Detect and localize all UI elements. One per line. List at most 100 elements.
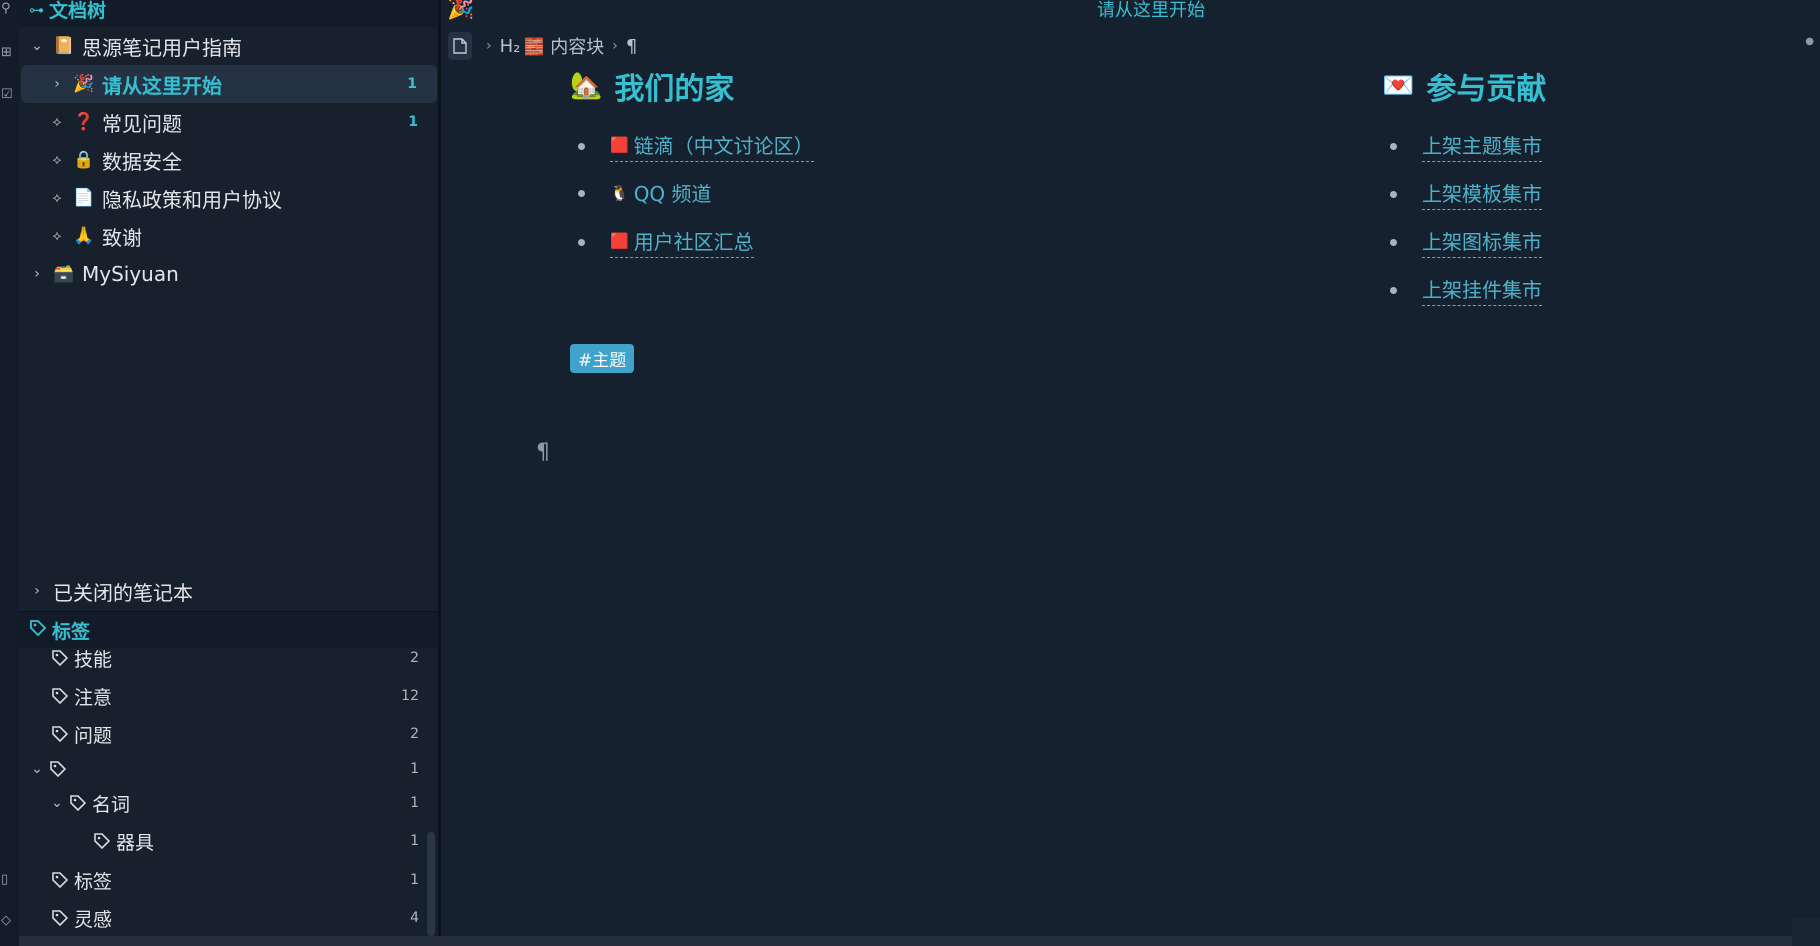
tree-item-start-here[interactable]: › 🎉 请从这里开始 1 bbox=[21, 65, 437, 103]
tag-icon bbox=[52, 910, 69, 927]
tag-item[interactable]: 灵感 4 bbox=[19, 900, 419, 936]
link-ld246[interactable]: 🟥 链滴（中文讨论区） bbox=[610, 130, 814, 162]
list-item: 🟥 用户社区汇总 bbox=[578, 226, 754, 258]
chevron-down-icon[interactable]: ⌄ bbox=[29, 761, 45, 777]
tag-item[interactable]: 问题 2 bbox=[19, 716, 419, 752]
tree-item-thanks[interactable]: ⟡ 🙏 致谢 bbox=[19, 217, 438, 255]
tree-item-count: 1 bbox=[408, 114, 418, 130]
graph-icon[interactable]: ⊞ bbox=[1, 46, 15, 60]
heading-contribute: 💌 参与贡献 bbox=[1382, 64, 1546, 108]
tag-item-noun[interactable]: ⌄ 名词 1 bbox=[19, 785, 419, 821]
tag-label: 注意 bbox=[74, 686, 113, 709]
ld246-logo-icon: 🟥 bbox=[610, 231, 629, 250]
tag-icon[interactable]: ◇ bbox=[1, 914, 15, 928]
tag-count: 4 bbox=[410, 910, 419, 926]
tree-item-user-guide[interactable]: ⌄ 📔 思源笔记用户指南 bbox=[19, 27, 438, 65]
leaf-diamond-icon: ⟡ bbox=[52, 152, 62, 168]
tag-item[interactable]: 技能 2 bbox=[19, 640, 419, 676]
breadcrumb-block[interactable]: 内容块 bbox=[550, 33, 604, 59]
bookmark-icon[interactable]: ▯ bbox=[1, 873, 15, 887]
tree-item-label: 隐私政策和用户协议 bbox=[102, 187, 282, 212]
bullet[interactable] bbox=[578, 142, 585, 150]
file-tree-header[interactable]: ⊶ 文档树 bbox=[19, 0, 438, 27]
link-qq-channel[interactable]: 🐧 QQ 频道 bbox=[610, 178, 712, 209]
tree-item-label: 常见问题 bbox=[102, 111, 182, 136]
scrollbar-corner bbox=[1792, 918, 1820, 946]
tags-scrollbar[interactable] bbox=[427, 832, 435, 936]
tag-icon bbox=[50, 761, 67, 778]
tag-count: 1 bbox=[410, 761, 419, 777]
list-item: 🟥 链滴（中文讨论区） bbox=[578, 130, 814, 162]
leaf-diamond-icon: ⟡ bbox=[52, 228, 62, 244]
inline-tag-theme[interactable]: #主题 bbox=[570, 344, 635, 373]
tree-item-label: 思源笔记用户指南 bbox=[82, 35, 242, 60]
tag-icon bbox=[94, 833, 111, 850]
more-dot-icon[interactable]: ● bbox=[1805, 36, 1814, 47]
tag-item[interactable]: 标签 1 bbox=[19, 862, 419, 898]
bullet[interactable] bbox=[1390, 286, 1397, 294]
link-widget-market[interactable]: 上架挂件集市 bbox=[1422, 274, 1542, 306]
link-text: 链滴（中文讨论区） bbox=[633, 134, 814, 158]
heading-text: 我们的家 bbox=[614, 72, 735, 107]
closed-notebooks[interactable]: › 已关闭的笔记本 bbox=[19, 572, 438, 610]
breadcrumb-paragraph[interactable]: ¶ bbox=[626, 36, 637, 57]
tag-count: 12 bbox=[401, 688, 419, 704]
chevron-right-icon[interactable]: › bbox=[29, 583, 45, 599]
breadcrumb-heading[interactable]: H₂ bbox=[500, 36, 521, 57]
chevron-down-icon[interactable]: ⌄ bbox=[49, 795, 65, 811]
tag-count: 1 bbox=[410, 795, 419, 811]
tree-item-data-security[interactable]: ⟡ 🔒 数据安全 bbox=[19, 141, 438, 179]
tree-item-faq[interactable]: ⟡ ❓ 常见问题 1 bbox=[19, 103, 438, 141]
horizontal-scrollbar[interactable] bbox=[19, 936, 1820, 946]
tag-label: 名词 bbox=[92, 793, 131, 816]
penguin-emoji-icon: 🐧 bbox=[610, 183, 629, 202]
tag-label: 问题 bbox=[74, 724, 113, 747]
ld246-logo-icon: 🟥 bbox=[610, 135, 629, 154]
brick-emoji-icon: 🧱 bbox=[524, 36, 545, 56]
bullet[interactable] bbox=[1390, 238, 1397, 246]
doc-title[interactable]: 请从这里开始 bbox=[441, 0, 1820, 22]
link-template-market[interactable]: 上架模板集市 bbox=[1422, 178, 1542, 210]
tag-label: 标签 bbox=[74, 870, 113, 893]
chevron-right-icon: › bbox=[612, 38, 618, 54]
leaf-diamond-icon: ⟡ bbox=[52, 190, 62, 206]
link-text: 用户社区汇总 bbox=[633, 230, 754, 254]
branch-icon[interactable]: ⚲ bbox=[1, 2, 15, 16]
tag-icon bbox=[52, 688, 69, 705]
tree-item-privacy[interactable]: ⟡ 📄 隐私政策和用户协议 bbox=[19, 179, 438, 217]
love-letter-emoji-icon: 💌 bbox=[1382, 71, 1415, 101]
link-community[interactable]: 🟥 用户社区汇总 bbox=[610, 226, 754, 258]
list-item: 上架模板集市 bbox=[1390, 178, 1542, 210]
file-tree-icon: ⊶ bbox=[29, 0, 44, 19]
chevron-down-icon[interactable]: ⌄ bbox=[29, 38, 45, 54]
chevron-right-icon: › bbox=[486, 38, 492, 54]
tag-item[interactable]: 注意 12 bbox=[19, 678, 419, 714]
tag-icon bbox=[52, 872, 69, 889]
list-item: 上架图标集市 bbox=[1390, 226, 1542, 258]
file-icon[interactable] bbox=[448, 32, 472, 60]
tag-icon bbox=[70, 795, 87, 812]
link-icon-market[interactable]: 上架图标集市 bbox=[1422, 226, 1542, 258]
bullet[interactable] bbox=[1390, 190, 1397, 198]
link-theme-market[interactable]: 上架主题集市 bbox=[1422, 130, 1542, 162]
tag-count: 2 bbox=[410, 726, 419, 742]
tag-count: 2 bbox=[410, 650, 419, 666]
chevron-right-icon[interactable]: › bbox=[29, 266, 45, 282]
question-emoji-icon: ❓ bbox=[73, 112, 95, 132]
notebook-emoji-icon: 📔 bbox=[53, 36, 75, 56]
tag-item-unnamed[interactable]: ⌄ 1 bbox=[19, 751, 419, 787]
list-item: 上架挂件集市 bbox=[1390, 274, 1542, 306]
tree-item-mysiyuan[interactable]: › 🗃️ MySiyuan bbox=[19, 255, 438, 293]
chevron-right-icon[interactable]: › bbox=[49, 76, 65, 92]
tag-count: 1 bbox=[410, 872, 419, 888]
bullet[interactable] bbox=[578, 238, 585, 246]
outline-icon[interactable]: ☑ bbox=[1, 88, 15, 102]
tag-icon bbox=[29, 619, 47, 641]
editor-topbar: 🎉 请从这里开始 bbox=[441, 0, 1820, 24]
bullet[interactable] bbox=[578, 190, 585, 197]
paragraph-handle[interactable]: ¶ bbox=[536, 440, 550, 465]
heading-text: 参与贡献 bbox=[1426, 72, 1547, 107]
tag-item[interactable]: 器具 1 bbox=[19, 823, 419, 859]
bullet[interactable] bbox=[1390, 142, 1397, 150]
document-emoji-icon: 📄 bbox=[73, 188, 95, 208]
